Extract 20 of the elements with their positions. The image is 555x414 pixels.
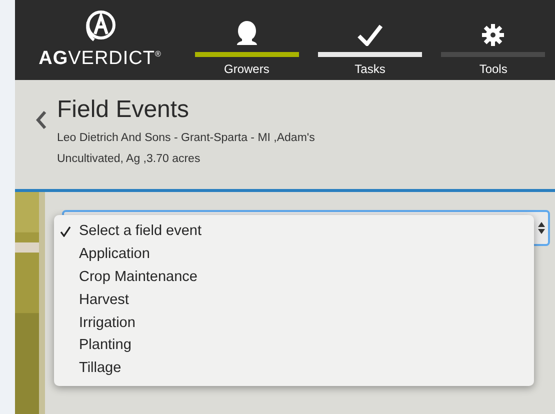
menu-option[interactable]: Planting [54,334,534,357]
menu-option[interactable]: Application [54,242,534,266]
field-info: Uncultivated, Ag ,3.70 acres [57,152,202,167]
checkmark-icon [356,24,383,46]
menu-option[interactable]: Harvest [54,288,534,312]
menu-option[interactable]: Irrigation [54,311,534,334]
menu-option[interactable]: Crop Maintenance [54,266,534,288]
logo-icon [84,10,116,44]
menu-option[interactable]: Select a field event [54,220,534,243]
brand-name: AGVERDICT$^{®}$ [38,48,162,70]
nav-tab[interactable]: Tools [432,0,555,80]
gear-icon [482,24,504,46]
field-info: Leo Dietrich And Sons - Grant-Sparta - MI ,Adam's [57,131,315,146]
menu-option[interactable]: Tillage [54,356,534,380]
page-title: Field Events [57,96,190,124]
nav-tab[interactable]: Growers [185,0,308,80]
back-icon[interactable] [35,110,47,130]
stepper-icon [538,222,545,234]
person-icon [236,20,258,46]
nav-tab[interactable]: Tasks [308,0,432,80]
